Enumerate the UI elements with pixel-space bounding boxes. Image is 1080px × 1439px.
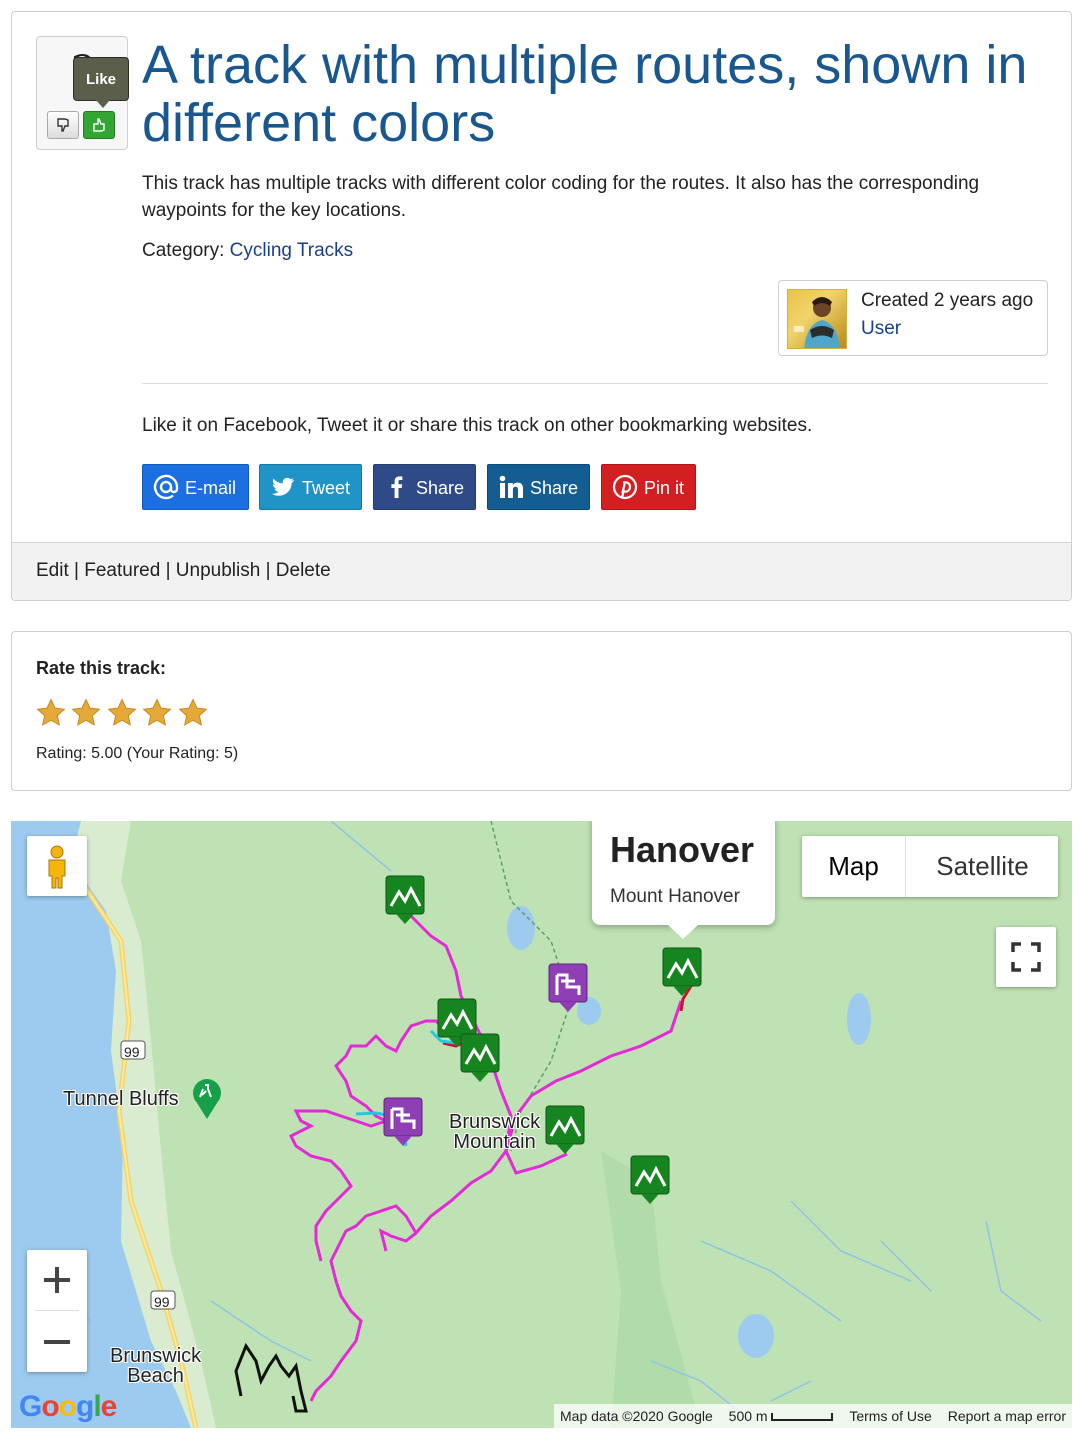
creator-box: Created 2 years ago User [778,280,1048,356]
like-tooltip: Like [73,57,129,108]
fullscreen-icon [1011,942,1041,972]
place-label-line: Mountain [453,1131,536,1153]
vote-widget: 2 Like [36,36,129,150]
category-label: Category: [142,240,225,261]
category-link[interactable]: Cycling Tracks [230,240,354,261]
place-label-brunswick-beach: Brunswick Beach [110,1346,201,1386]
admin-actions: Edit | Featured | Unpublish | Delete [36,560,331,582]
street-view-pegman[interactable] [27,836,87,896]
pegman-icon [48,845,66,889]
divider [142,383,1048,384]
star-icon[interactable] [36,698,66,728]
tweet-button[interactable]: Tweet [259,464,362,510]
twitter-icon [272,477,294,496]
at-icon [153,474,179,500]
star-icon[interactable] [178,698,208,728]
info-window[interactable]: Hanover Mount Hanover [592,821,775,939]
email-share-label: E-mail [185,478,237,498]
thumbs-down-button[interactable] [47,111,79,139]
rating-title: Rate this track: [36,658,167,678]
place-label-brunswick-mountain: Brunswick Mountain [449,1112,540,1152]
delete-link[interactable]: Delete [276,560,331,581]
email-share-button[interactable]: E-mail [142,464,249,510]
separator: | [74,560,79,581]
place-label-line: Brunswick [110,1345,202,1367]
thumbs-up-button[interactable] [83,111,115,139]
map-type-map-button[interactable]: Map [802,836,906,897]
separator: | [265,560,271,581]
linkedin-icon [499,475,523,498]
separator: | [165,560,171,581]
zoom-in-button[interactable] [27,1250,87,1310]
pinterest-icon [612,474,638,500]
linkedin-share-button[interactable]: Share [487,464,590,510]
pinterest-label: Pin it [644,478,685,498]
star-icon[interactable] [107,698,137,728]
divider [35,1310,79,1311]
highway-label-1: 99 [124,1044,140,1060]
zoom-out-button[interactable] [27,1312,87,1372]
info-window-subtitle: Mount Hanover [610,886,740,907]
category-line: Category: Cycling Tracks [142,240,353,262]
unpublish-link[interactable]: Unpublish [176,560,261,581]
pinterest-button[interactable]: Pin it [601,464,696,510]
scale-bar-line [771,1413,834,1422]
google-logo[interactable]: Google [19,1390,117,1424]
author-link[interactable]: User [861,318,901,340]
plus-icon [44,1267,70,1293]
linkedin-share-label: Share [530,478,579,498]
track-map[interactable]: 99 99 Tunnel Bluffs Brunswick Mountain B… [11,821,1072,1428]
map-data-credit: Map data ©2020 Google [560,1408,713,1424]
mountain-marker-icon[interactable] [662,947,702,996]
minus-icon [44,1340,70,1344]
track-title: A track with multiple routes, shown in d… [142,35,1028,153]
created-time: Created 2 years ago [861,290,1034,311]
zoom-control [27,1250,87,1372]
mountain-marker-icon[interactable] [460,1033,500,1082]
star-rating[interactable] [36,698,209,728]
tweet-label: Tweet [302,478,351,498]
terms-link[interactable]: Terms of Use [843,1408,937,1424]
hiking-poi-icon[interactable] [193,1079,221,1119]
report-error-link[interactable]: Report a map error [942,1408,1072,1424]
card-footer: Edit | Featured | Unpublish | Delete [12,542,1071,600]
fullscreen-button[interactable] [996,927,1056,987]
scale-label: 500 m [728,1408,768,1424]
track-card: 2 Like A track with multiple routes, sho… [11,11,1072,601]
map-type-control: Map Satellite [802,836,1058,897]
map-attribution: Map data ©2020 Google 500 m Terms of Use… [554,1404,1072,1428]
rating-card: Rate this track: Rating: 5.00 (Your Rati… [11,631,1072,791]
avatar[interactable] [787,289,847,349]
featured-link[interactable]: Featured [84,560,160,581]
thumbs-down-icon [57,118,69,132]
info-window-title: Hanover [610,829,755,870]
place-label-line: Brunswick [449,1111,541,1133]
star-icon[interactable] [71,698,101,728]
mountain-marker-icon[interactable] [385,875,425,924]
hut-marker-icon[interactable] [383,1097,423,1146]
place-label-tunnel-bluffs: Tunnel Bluffs [63,1088,179,1110]
thumbs-up-icon [93,118,105,132]
map-type-satellite-button[interactable]: Satellite [907,836,1058,897]
track-description: This track has multiple tracks with diff… [142,173,980,221]
star-icon[interactable] [142,698,172,728]
highway-label-2: 99 [154,1294,170,1310]
facebook-share-label: Share [416,478,465,498]
rating-summary: Rating: 5.00 (Your Rating: 5) [36,745,239,762]
mountain-marker-icon[interactable] [545,1105,585,1154]
map-canvas[interactable] [11,821,1072,1428]
scale-bar[interactable]: 500 m [723,1408,840,1424]
facebook-share-button[interactable]: Share [373,464,476,510]
place-label-line: Beach [127,1365,184,1387]
edit-link[interactable]: Edit [36,560,69,581]
share-prompt: Like it on Facebook, Tweet it or share t… [142,415,813,436]
facebook-icon [391,476,403,498]
